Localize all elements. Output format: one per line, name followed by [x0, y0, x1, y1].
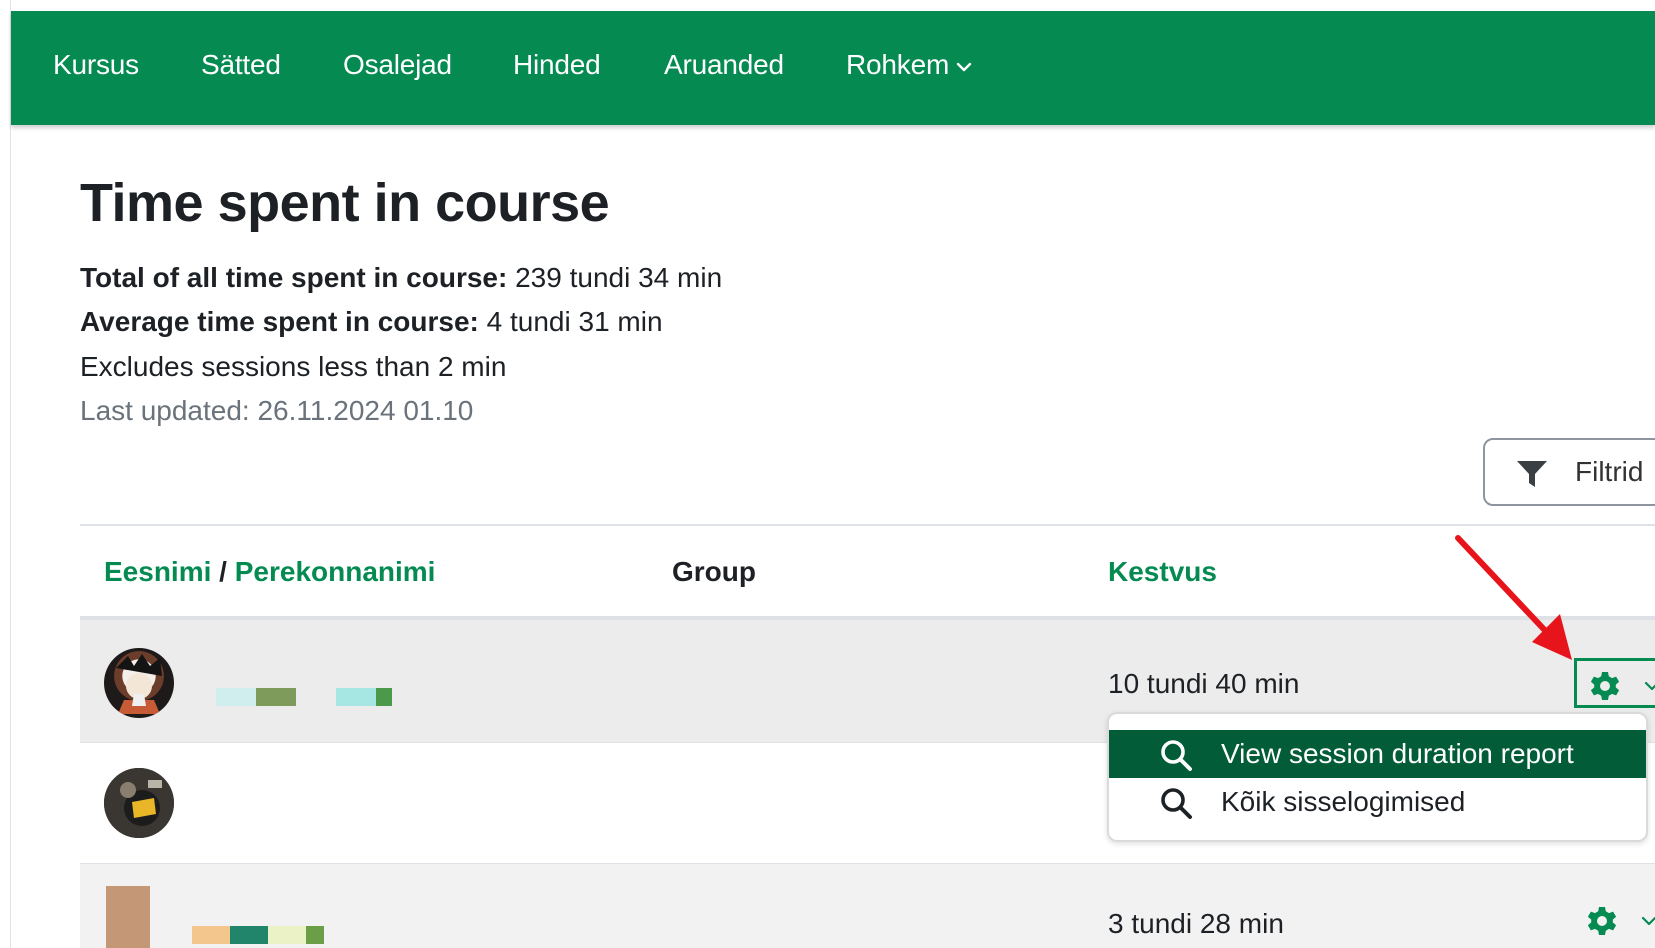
avatar-image — [104, 768, 174, 838]
duration-value: 3 tundi 28 min — [1108, 908, 1284, 939]
header-separator: / — [219, 556, 227, 587]
average-time-value: 4 tundi 31 min — [486, 306, 663, 337]
duration-value: 10 tundi 40 min — [1108, 668, 1300, 699]
search-icon — [1161, 788, 1192, 819]
total-time-line: Total of all time spent in course: 239 t… — [80, 262, 722, 294]
menu-item-all-logins[interactable]: Kõik sisselogimised — [1109, 778, 1646, 826]
redacted-name-block — [268, 926, 306, 944]
sort-firstname-link[interactable]: Eesnimi — [104, 556, 211, 587]
page-title: Time spent in course — [80, 173, 610, 233]
secondary-navigation: Kursus Sätted Osalejad Hinded Aruanded R… — [11, 11, 1655, 125]
nav-tab-kursus[interactable]: Kursus — [53, 49, 139, 81]
table-top-border — [80, 524, 1655, 526]
column-header-name: Eesnimi / Perekonnanimi — [104, 556, 435, 588]
excludes-note: Excludes sessions less than 2 min — [80, 351, 507, 382]
chevron-down-icon — [956, 62, 972, 71]
page-left-edge — [0, 0, 11, 948]
avatar[interactable] — [106, 886, 150, 948]
column-header-duration[interactable]: Kestvus — [1108, 556, 1217, 588]
chevron-down-icon — [1641, 916, 1655, 926]
average-time-line: Average time spent in course: 4 tundi 31… — [80, 306, 663, 338]
gear-icon — [1587, 907, 1617, 935]
redacted-name-block — [230, 926, 268, 944]
total-time-value: 239 tundi 34 min — [515, 262, 723, 293]
menu-item-view-session-duration-report[interactable]: View session duration report — [1109, 730, 1646, 778]
nav-tab-satted[interactable]: Sätted — [201, 49, 281, 81]
avatar[interactable] — [104, 648, 174, 718]
menu-item-label: Kõik sisselogimised — [1221, 786, 1466, 817]
chevron-down-icon — [1644, 681, 1655, 691]
column-header-group: Group — [672, 556, 756, 587]
redacted-name-block — [336, 688, 376, 706]
last-updated: Last updated: 26.11.2024 01.10 — [80, 395, 474, 426]
row-actions-menu: View session duration report Kõik sissel… — [1107, 712, 1648, 842]
gear-icon — [1590, 672, 1620, 700]
total-time-label: Total of all time spent in course: — [80, 262, 508, 293]
avatar[interactable] — [104, 768, 174, 838]
redacted-name-block — [192, 926, 230, 944]
nav-tab-osalejad[interactable]: Osalejad — [343, 49, 452, 81]
annotation-arrow-icon — [1455, 535, 1572, 660]
avatar-image — [116, 654, 162, 714]
row-actions-button[interactable] — [1574, 896, 1655, 946]
redacted-name-block — [306, 926, 324, 944]
filters-button[interactable]: Filtrid — [1483, 438, 1655, 506]
menu-item-label: View session duration report — [1221, 738, 1574, 769]
filter-icon — [1517, 461, 1547, 487]
nav-tab-rohkem[interactable]: Rohkem — [846, 49, 973, 81]
nav-tab-hinded[interactable]: Hinded — [513, 49, 601, 81]
redacted-name-block — [256, 688, 296, 706]
average-time-label: Average time spent in course: — [80, 306, 479, 337]
search-icon — [1161, 740, 1192, 771]
filters-button-label: Filtrid — [1575, 456, 1644, 487]
redacted-name-block — [376, 688, 392, 706]
nav-tab-aruanded[interactable]: Aruanded — [664, 49, 784, 81]
table-row: 3 tundi 28 min — [80, 864, 1655, 948]
redacted-name-block — [216, 688, 256, 706]
nav-rohkem-label: Rohkem — [846, 49, 950, 80]
sort-lastname-link[interactable]: Perekonnanimi — [235, 556, 436, 587]
